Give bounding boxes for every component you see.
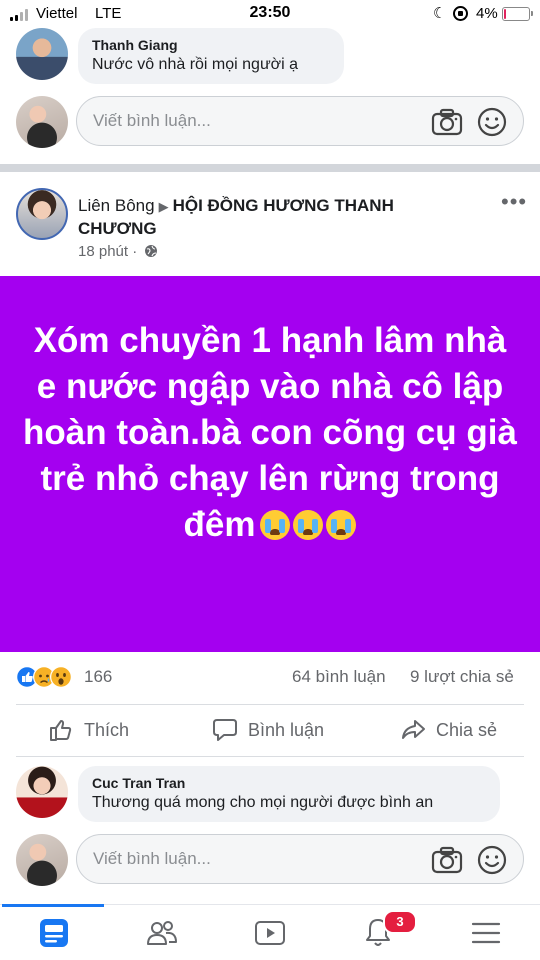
comment-input-placeholder: Viết bình luận... <box>93 849 211 868</box>
crying-face-emoji-icon <box>260 510 291 540</box>
globe-icon <box>145 245 158 257</box>
post-header: Liên Bông ▶ HỘI ĐỒNG HƯƠNG THANH CHƯƠNG <box>78 195 468 240</box>
comment-text: Nước vô nhà rồi mọi người ạ <box>92 56 299 73</box>
like-button[interactable]: Thích <box>48 712 129 748</box>
battery-percent: 4% <box>476 5 498 22</box>
comment-button-label: Bình luận <box>248 719 325 740</box>
rotation-lock-icon <box>453 6 468 21</box>
post-author-avatar[interactable] <box>16 188 68 240</box>
notification-badge: 3 <box>383 910 417 934</box>
camera-icon[interactable] <box>431 846 463 874</box>
comment-input[interactable]: Viết bình luận... <box>76 834 524 884</box>
comment-bubble[interactable]: Thanh Giang Nước vô nhà rồi mọi người ạ <box>78 28 344 84</box>
news-feed-icon[interactable] <box>36 915 72 951</box>
like-icon <box>50 720 72 741</box>
post-time[interactable]: 18 phút <box>78 243 128 260</box>
do-not-disturb-icon: ☾ <box>433 5 447 22</box>
share-button[interactable]: Chia sẻ <box>400 712 497 748</box>
reaction-summary[interactable] <box>16 666 78 690</box>
like-button-label: Thích <box>84 719 130 740</box>
commenter-avatar[interactable] <box>16 766 68 818</box>
share-icon <box>402 720 425 739</box>
shared-to-arrow-icon: ▶ <box>158 199 169 214</box>
emoji-icon[interactable] <box>477 845 507 875</box>
more-options-icon[interactable]: ••• <box>501 191 527 213</box>
comment-icon <box>213 719 237 741</box>
status-bar: Viettel LTE 23:50 ☾ 4% <box>0 0 540 28</box>
friends-icon[interactable] <box>144 915 180 951</box>
my-avatar <box>16 96 68 148</box>
share-button-label: Chia sẻ <box>436 719 498 740</box>
comment-author[interactable]: Thanh Giang <box>92 36 330 54</box>
watch-icon[interactable] <box>252 915 288 951</box>
post-author-name[interactable]: Liên Bông <box>78 196 155 215</box>
crying-face-emoji-icon <box>293 510 324 540</box>
post-meta: 18 phút · <box>78 243 158 260</box>
bottom-navigation <box>0 904 540 960</box>
active-tab-indicator <box>2 904 104 907</box>
post-body: Xóm chuyền 1 hạnh lâm nhà e nước ngập và… <box>20 318 520 552</box>
crying-face-emoji-icon <box>326 510 357 540</box>
comment-author[interactable]: Cuc Tran Tran <box>92 774 486 792</box>
reaction-count[interactable]: 166 <box>84 667 112 687</box>
comment-bubble[interactable]: Cuc Tran Tran Thương quá mong cho mọi ng… <box>78 766 500 822</box>
my-avatar <box>16 834 68 886</box>
comment-button[interactable]: Bình luận <box>212 712 324 748</box>
post-divider-bottom <box>16 756 524 757</box>
menu-icon[interactable] <box>468 915 504 951</box>
commenter-avatar[interactable] <box>16 28 68 80</box>
post-divider-top <box>16 704 524 705</box>
battery-fill <box>504 9 506 19</box>
emoji-icon[interactable] <box>477 107 507 137</box>
meta-separator: · <box>128 243 142 260</box>
comment-input[interactable]: Viết bình luận... <box>76 96 524 146</box>
battery-icon <box>502 7 533 21</box>
comment-text: Thương quá mong cho mọi người được bình … <box>92 794 434 811</box>
share-count[interactable]: 9 lượt chia sẻ <box>410 667 514 687</box>
wow-reaction-icon <box>50 666 72 688</box>
comment-input-placeholder: Viết bình luận... <box>93 111 211 130</box>
feed-separator <box>0 164 540 172</box>
crying-emoji-group <box>257 506 357 552</box>
camera-icon[interactable] <box>431 108 463 136</box>
comment-count[interactable]: 64 bình luận <box>292 667 386 687</box>
